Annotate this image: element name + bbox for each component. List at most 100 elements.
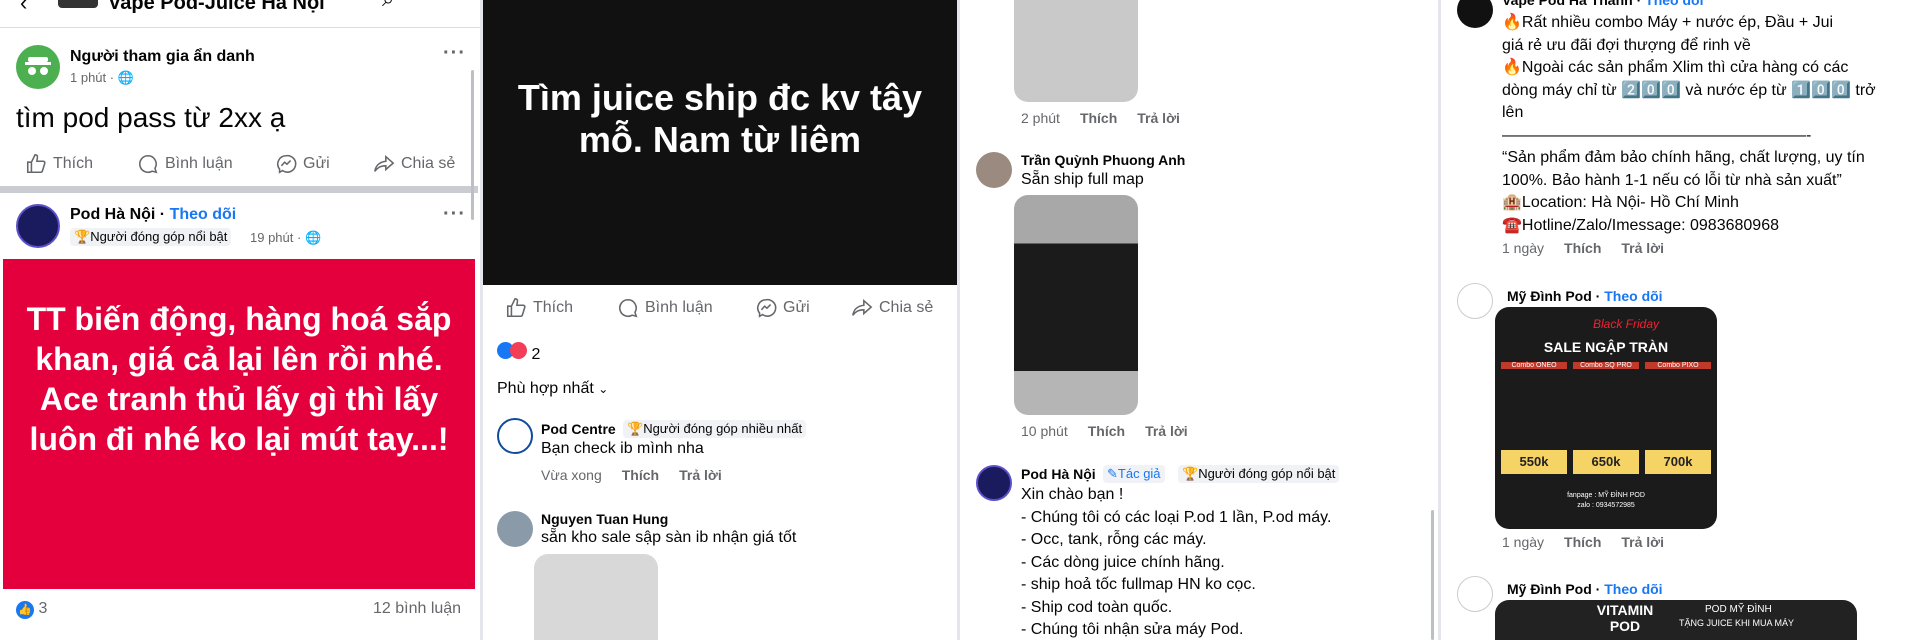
sort-label: Phù hợp nhất xyxy=(497,380,594,397)
scrollbar[interactable] xyxy=(1431,510,1434,640)
send-label: Gửi xyxy=(783,299,810,316)
comment-author[interactable]: Pod Hà Nội xyxy=(1021,466,1096,482)
send-label: Gửi xyxy=(303,155,330,172)
comment-image-vape-shelf[interactable] xyxy=(1014,195,1138,415)
send-button[interactable]: Gửi xyxy=(755,297,810,319)
comment-icon xyxy=(139,154,158,174)
comment-author[interactable]: Trần Quỳnh Phuong Anh xyxy=(1021,152,1185,168)
more-icon[interactable]: ··· xyxy=(432,0,454,10)
comment-icon xyxy=(619,298,638,318)
comment-like-button[interactable]: Thích xyxy=(1564,240,1601,256)
comment-reply-button[interactable]: Trả lời xyxy=(1621,534,1664,550)
post-divider xyxy=(0,186,478,193)
search-icon[interactable]: ⌕ xyxy=(382,0,394,12)
zalo-label: zalo : 0934572985 xyxy=(1577,502,1635,509)
page-avatar[interactable] xyxy=(1457,0,1493,28)
comment-line: - ship hoả tốc fullmap HN ko cọc. xyxy=(1021,576,1256,593)
comment-reply-button[interactable]: Trả lời xyxy=(1621,240,1664,256)
comment-author[interactable]: Pod Centre xyxy=(541,421,616,437)
commenter-avatar[interactable] xyxy=(497,511,533,547)
scrollbar[interactable] xyxy=(471,70,474,220)
group-header: ‹ Vape Pod-Juice Hà Nội ⌕ ··· xyxy=(0,0,480,28)
banner-title: VITAMIN POD xyxy=(1596,602,1654,634)
banner-title: SALE NGẬP TRÀN xyxy=(1543,339,1669,355)
trophy-icon: 🏆 xyxy=(1182,466,1199,481)
page-avatar[interactable] xyxy=(1457,576,1493,612)
reactions-count[interactable]: 👍 3 xyxy=(16,600,47,619)
comment-like-button[interactable]: Thích xyxy=(1564,534,1601,550)
page-avatar[interactable] xyxy=(1457,283,1493,319)
post-options-icon[interactable]: ··· xyxy=(443,42,466,65)
follow-button[interactable]: Theo dõi xyxy=(170,206,237,223)
comment-text: Bạn check ib mình nha xyxy=(541,440,704,457)
comment-line: “Sản phẩm đảm bảo chính hãng, chất lượng… xyxy=(1502,149,1865,166)
panel-comments-2: 2 phút Thích Trả lời Trần Quỳnh Phuong Anh… xyxy=(960,0,1438,640)
sale-banner-image[interactable]: Black Friday SALE NGẬP TRÀN Combo ONEO C… xyxy=(1495,307,1717,529)
comment-reply-button[interactable]: Trả lời xyxy=(1145,423,1188,439)
comment-like-button[interactable]: Thích xyxy=(622,467,659,483)
comment-reply-button[interactable]: Trả lời xyxy=(679,467,722,483)
sort-dropdown[interactable]: Phù hợp nhất ⌄ xyxy=(497,380,608,398)
comment-author[interactable]: Nguyen Tuan Hung xyxy=(541,511,668,527)
like-label: Thích xyxy=(53,155,94,172)
share-button[interactable]: Chia sẻ xyxy=(373,153,455,175)
page-avatar[interactable] xyxy=(976,465,1012,501)
anonymous-avatar[interactable] xyxy=(16,45,60,89)
reactions-count[interactable]: 2 xyxy=(497,342,540,364)
price-label: 700k xyxy=(1645,450,1711,474)
comment-like-button[interactable]: Thích xyxy=(1080,110,1117,126)
vitamin-banner-image[interactable]: VITAMIN POD POD MỸ ĐÌNH TẶNG JUICE KHI M… xyxy=(1495,600,1857,640)
author-badge: ✎Tác giả xyxy=(1103,465,1165,483)
messenger-icon xyxy=(757,298,777,318)
pod-centre-avatar[interactable] xyxy=(497,418,533,454)
comment-image[interactable] xyxy=(534,554,658,640)
comment-like-button[interactable]: Thích xyxy=(1088,423,1125,439)
share-label: Chia sẻ xyxy=(879,299,934,316)
follow-button[interactable]: Theo dõi xyxy=(1645,0,1703,8)
post2-author-name[interactable]: Pod Hà Nội xyxy=(70,206,155,223)
comment-line: - Chúng tôi có các loại P.od 1 lần, P.od… xyxy=(1021,508,1332,526)
banner-subtitle-2: TẶNG JUICE KHI MUA MÁY xyxy=(1679,618,1795,628)
comment-label: Bình luận xyxy=(165,155,233,172)
price-label: 650k xyxy=(1573,450,1639,474)
follow-button[interactable]: Theo dõi xyxy=(1604,581,1662,597)
post2-options-icon[interactable]: ··· xyxy=(443,203,466,226)
follow-button[interactable]: Theo dõi xyxy=(1604,288,1662,304)
love-reaction-icon xyxy=(510,342,527,359)
globe-icon: 🌐 xyxy=(117,70,134,85)
post2-author: Pod Hà Nội · Theo dõi xyxy=(70,206,237,223)
comment-line: - Ship cod toàn quốc. xyxy=(1021,598,1173,616)
like-reaction-icon: 👍 xyxy=(16,601,34,619)
comment-line: 🏨Location: Hà Nội- Hồ Chí Minh xyxy=(1502,194,1739,211)
comment-text: sẵn kho sale sập sàn ib nhận giá tốt xyxy=(541,529,797,546)
comment-button[interactable]: Bình luận xyxy=(137,153,233,175)
panel-group-feed: ‹ Vape Pod-Juice Hà Nội ⌕ ··· Người tham… xyxy=(0,0,480,640)
combo-label: Combo ONEO xyxy=(1501,362,1567,369)
comment-image[interactable] xyxy=(1014,0,1138,102)
trophy-icon: 🏆 xyxy=(74,229,91,244)
post2-image-text[interactable]: TT biến động, hàng hoá sắp khan, giá cả … xyxy=(3,259,475,589)
send-button[interactable]: Gửi xyxy=(275,153,330,175)
comments-count[interactable]: 12 bình luận xyxy=(373,600,461,618)
top-contributor-badge: 🏆Người đóng góp nổi bật xyxy=(70,228,232,246)
post-author[interactable]: Người tham gia ẩn danh xyxy=(70,48,255,66)
globe-icon: 🌐 xyxy=(304,230,322,245)
comment-author: Vape Pod Hà Thành · Theo dõi xyxy=(1502,0,1703,8)
comment-line: ———————————————————- xyxy=(1502,126,1812,144)
comment-reply-button[interactable]: Trả lời xyxy=(1137,110,1180,126)
comment-meta: Vừa xong Thích Trả lời xyxy=(541,467,722,483)
like-button[interactable]: Thích xyxy=(25,153,93,175)
commenter-avatar[interactable] xyxy=(976,152,1012,188)
share-button[interactable]: Chia sẻ xyxy=(851,297,933,319)
group-title: Vape Pod-Juice Hà Nội xyxy=(108,0,325,14)
comment-meta: 2 phút Thích Trả lời xyxy=(1021,110,1180,126)
back-arrow-icon[interactable]: ‹ xyxy=(20,0,27,16)
page-avatar[interactable] xyxy=(16,204,60,248)
like-button[interactable]: Thích xyxy=(505,297,573,319)
panel-comments-3: Vape Pod Hà Thành · Theo dõi 🔥Rất nhiều … xyxy=(1441,0,1920,640)
comment-meta: 1 ngày Thích Trả lời xyxy=(1502,240,1665,256)
combo-label: Combo PIXO xyxy=(1645,362,1711,369)
post-image-text[interactable]: Tìm juice ship đc kv tây mỗ. Nam từ liêm xyxy=(483,0,957,285)
comment-button[interactable]: Bình luận xyxy=(617,297,713,319)
group-thumbnail xyxy=(58,0,98,8)
